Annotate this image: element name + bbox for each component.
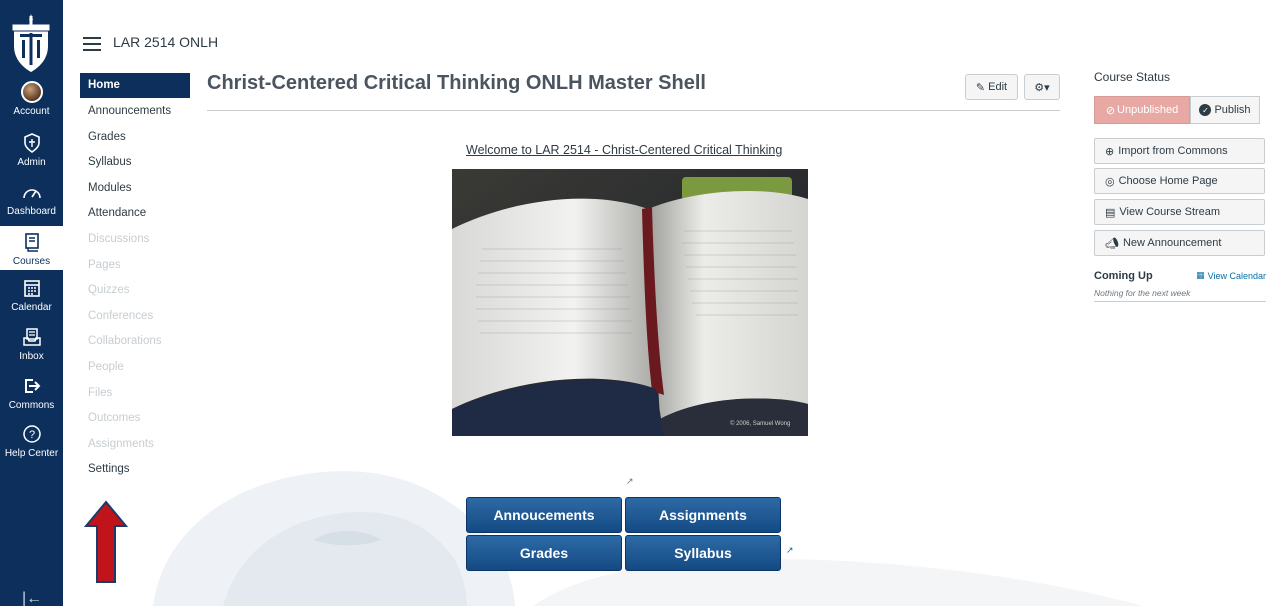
course-nav-attendance[interactable]: Attendance	[80, 201, 190, 227]
grades-nav-button[interactable]: Grades	[466, 535, 622, 571]
target-icon: ◎	[1105, 175, 1115, 188]
coming-up-heading: Coming Up ▦ View Calendar	[1094, 270, 1266, 282]
global-nav-label: Admin	[17, 157, 46, 168]
svg-text:?: ?	[28, 429, 34, 441]
choose-home-page-button[interactable]: ◎ Choose Home Page	[1094, 168, 1265, 194]
global-nav-inbox[interactable]: Inbox	[0, 325, 63, 365]
global-nav-label: Help Center	[4, 448, 59, 459]
course-nav-discussions[interactable]: Discussions	[80, 227, 190, 253]
view-calendar-label: View Calendar	[1207, 270, 1266, 281]
course-status-toggle: ⊘ Unpublished ✓ Publish	[1094, 96, 1260, 124]
course-nav-grades[interactable]: Grades	[80, 125, 190, 151]
pencil-icon: ✎	[975, 81, 986, 94]
commons-icon	[19, 374, 45, 398]
canvas-page: Account Admin Dashboard Courses Calendar	[0, 0, 1271, 606]
sidebar-action-label: Choose Home Page	[1118, 175, 1218, 187]
inbox-icon	[19, 325, 45, 349]
course-nav: Home Announcements Grades Syllabus Modul…	[80, 73, 190, 483]
view-calendar-link[interactable]: ▦ View Calendar	[1196, 270, 1266, 281]
external-link-icon: ↗	[626, 476, 634, 486]
megaphone-icon: 📣︎	[1105, 237, 1119, 250]
external-link-icon: ↗	[786, 545, 794, 555]
breadcrumb[interactable]: LAR 2514 ONLH	[113, 34, 218, 50]
global-nav-commons[interactable]: Commons	[0, 374, 63, 414]
course-nav-files[interactable]: Files	[80, 381, 190, 407]
import-from-commons-button[interactable]: ⊕ Import from Commons	[1094, 138, 1265, 164]
course-nav-home[interactable]: Home	[80, 73, 190, 98]
stream-icon: ▤	[1105, 206, 1116, 219]
course-nav-conferences[interactable]: Conferences	[80, 304, 190, 330]
welcome-link[interactable]: Welcome to LAR 2514 - Christ-Centered Cr…	[466, 143, 796, 157]
avatar	[20, 81, 43, 103]
sidebar-action-label: View Course Stream	[1119, 206, 1221, 218]
view-course-stream-button[interactable]: ▤ View Course Stream	[1094, 199, 1265, 225]
course-nav-syllabus[interactable]: Syllabus	[80, 150, 190, 176]
global-nav-admin[interactable]: Admin	[0, 131, 63, 171]
commons-import-icon: ⊕	[1105, 145, 1115, 158]
course-nav-people[interactable]: People	[80, 355, 190, 381]
syllabus-nav-button[interactable]: Syllabus	[625, 535, 781, 571]
global-nav-calendar[interactable]: Calendar	[0, 276, 63, 316]
global-nav-label: Courses	[12, 256, 51, 267]
global-nav-label: Account	[13, 106, 50, 117]
edit-button-label: Edit	[988, 81, 1008, 93]
hamburger-menu-icon[interactable]	[83, 37, 101, 51]
main-content: Christ-Centered Critical Thinking ONLH M…	[207, 70, 1060, 111]
photo-credit: © 2006, Samuel Wong	[730, 420, 790, 427]
assignments-nav-button[interactable]: Assignments	[625, 497, 781, 533]
global-nav-label: Inbox	[19, 351, 44, 362]
gear-icon: ⚙▾	[1034, 81, 1050, 94]
global-nav-dashboard[interactable]: Dashboard	[0, 180, 63, 220]
course-nav-outcomes[interactable]: Outcomes	[80, 406, 190, 432]
title-divider	[207, 110, 1060, 111]
top-bar: LAR 2514 ONLH	[63, 0, 1271, 64]
global-nav-label: Commons	[8, 400, 55, 411]
course-nav-pages[interactable]: Pages	[80, 253, 190, 279]
collapse-nav-icon[interactable]: |←	[22, 590, 42, 606]
global-nav-account[interactable]: Account	[0, 80, 63, 120]
course-nav-announcements[interactable]: Announcements	[80, 99, 190, 125]
unpublished-button[interactable]: ⊘ Unpublished	[1094, 96, 1190, 124]
publish-label: Publish	[1214, 104, 1251, 116]
course-nav-settings[interactable]: Settings	[80, 457, 190, 483]
page-title: Christ-Centered Critical Thinking ONLH M…	[207, 72, 706, 94]
red-arrow-annotation	[84, 500, 128, 583]
check-circle-icon: ✓	[1199, 104, 1212, 116]
course-nav-quizzes[interactable]: Quizzes	[80, 278, 190, 304]
course-nav-modules[interactable]: Modules	[80, 176, 190, 202]
course-nav-assignments[interactable]: Assignments	[80, 432, 190, 458]
global-nav-label: Calendar	[11, 302, 52, 313]
help-icon: ?	[19, 422, 45, 446]
coming-up-empty: Nothing for the next week	[1094, 288, 1266, 302]
school-logo[interactable]	[10, 12, 52, 74]
course-nav-collaborations[interactable]: Collaborations	[80, 329, 190, 355]
calendar-icon	[19, 276, 45, 300]
ban-icon: ⊘	[1105, 104, 1116, 117]
global-nav-courses[interactable]: Courses	[0, 226, 63, 270]
unpublished-label: Unpublished	[1117, 104, 1179, 116]
sidebar-action-label: New Announcement	[1122, 237, 1222, 249]
settings-menu-button[interactable]: ⚙▾	[1024, 74, 1060, 100]
courses-icon	[19, 230, 45, 254]
coming-up-label: Coming Up	[1094, 270, 1153, 282]
sidebar-action-label: Import from Commons	[1118, 145, 1228, 157]
publish-button[interactable]: ✓ Publish	[1190, 96, 1260, 124]
announcements-nav-button[interactable]: Annoucements	[466, 497, 622, 533]
global-nav-label: Dashboard	[7, 206, 56, 217]
shield-icon	[19, 131, 45, 155]
edit-button[interactable]: ✎ Edit	[965, 74, 1018, 100]
global-nav: Account Admin Dashboard Courses Calendar	[0, 0, 63, 606]
dashboard-icon	[19, 180, 45, 204]
calendar-icon: ▦	[1196, 270, 1205, 280]
course-sidebar: Course Status ⊘ Unpublished ✓ Publish ⊕ …	[1094, 70, 1266, 302]
global-nav-help[interactable]: ? Help Center	[0, 422, 63, 462]
open-book-photo: © 2006, Samuel Wong	[452, 169, 808, 436]
course-status-heading: Course Status	[1094, 70, 1171, 84]
new-announcement-button[interactable]: 📣︎ New Announcement	[1094, 230, 1265, 256]
